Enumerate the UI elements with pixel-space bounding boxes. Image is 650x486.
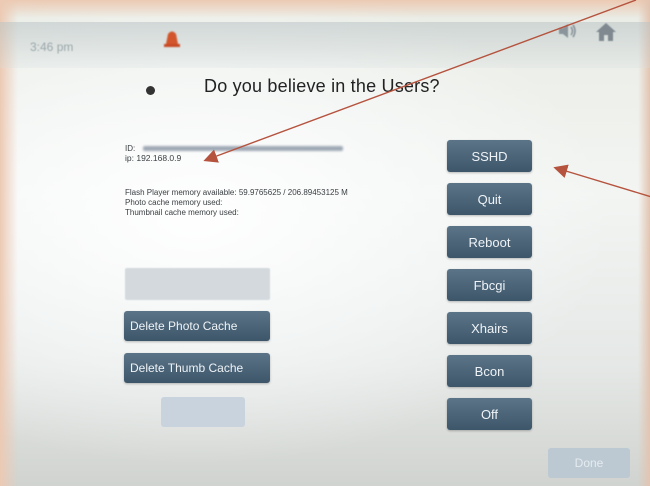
bcon-button[interactable]: Bcon: [447, 355, 532, 387]
id-label: ID:: [125, 144, 136, 153]
quit-button[interactable]: Quit: [447, 183, 532, 215]
photo-edge-right: [638, 0, 650, 486]
sshd-button[interactable]: SSHD: [447, 140, 532, 172]
status-bar: [0, 22, 650, 68]
delete-photo-cache-button[interactable]: Delete Photo Cache: [124, 311, 270, 341]
thumb-cache-info: Thumbnail cache memory used:: [125, 208, 239, 217]
screen-background: [0, 0, 650, 486]
blank-input-field[interactable]: [125, 268, 270, 300]
delete-thumb-cache-button[interactable]: Delete Thumb Cache: [124, 353, 270, 383]
photo-edge-left: [0, 0, 18, 486]
disabled-button[interactable]: [161, 397, 245, 427]
dot-icon: [146, 86, 155, 95]
ip-address: ip: 192.168.0.9: [125, 153, 182, 163]
id-value-redacted: [143, 146, 344, 152]
photo-edge-top: [0, 0, 650, 18]
home-icon[interactable]: [594, 20, 618, 44]
status-time: 3:46 pm: [30, 40, 74, 54]
xhairs-button[interactable]: Xhairs: [447, 312, 532, 344]
flash-memory-info: Flash Player memory available: 59.976562…: [125, 188, 348, 197]
photo-cache-info: Photo cache memory used:: [125, 198, 223, 207]
dialog-title: Do you believe in the Users?: [204, 76, 440, 96]
bell-icon: [164, 31, 180, 47]
fbcgi-button[interactable]: Fbcgi: [447, 269, 532, 301]
off-button[interactable]: Off: [447, 398, 532, 430]
speaker-icon[interactable]: [556, 20, 578, 42]
reboot-button[interactable]: Reboot: [447, 226, 532, 258]
done-button[interactable]: Done: [548, 448, 630, 478]
